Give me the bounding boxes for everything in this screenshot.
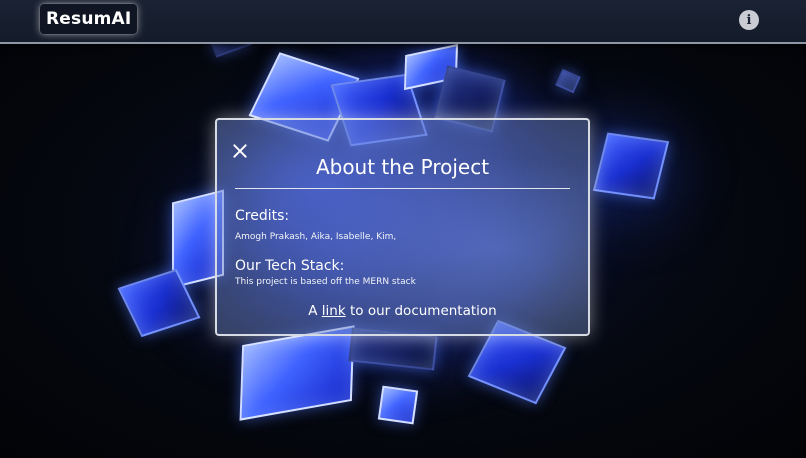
credits-text: Amogh Prakash, Aika, Isabelle, Kim,: [235, 232, 397, 242]
modal-divider: [235, 188, 570, 189]
doc-suffix: to our documentation: [349, 303, 497, 319]
tech-stack-heading: Our Tech Stack:: [235, 258, 345, 274]
modal-title: About the Project: [315, 155, 490, 179]
doc-prefix: A: [308, 303, 318, 319]
about-modal: About the Project Credits: Amogh Prakash…: [215, 118, 590, 336]
tech-stack-text: This project is based off the MERN stack: [235, 277, 416, 287]
credits-heading: Credits:: [235, 208, 290, 224]
top-navbar: ResumAI i: [0, 0, 806, 44]
page: ResumAI i About the Project Credits: Amo…: [0, 0, 806, 458]
brand-logo[interactable]: ResumAI: [40, 4, 138, 34]
documentation-link[interactable]: link: [322, 303, 346, 319]
documentation-line: A link to our documentation: [217, 303, 588, 319]
info-icon[interactable]: i: [739, 10, 759, 30]
